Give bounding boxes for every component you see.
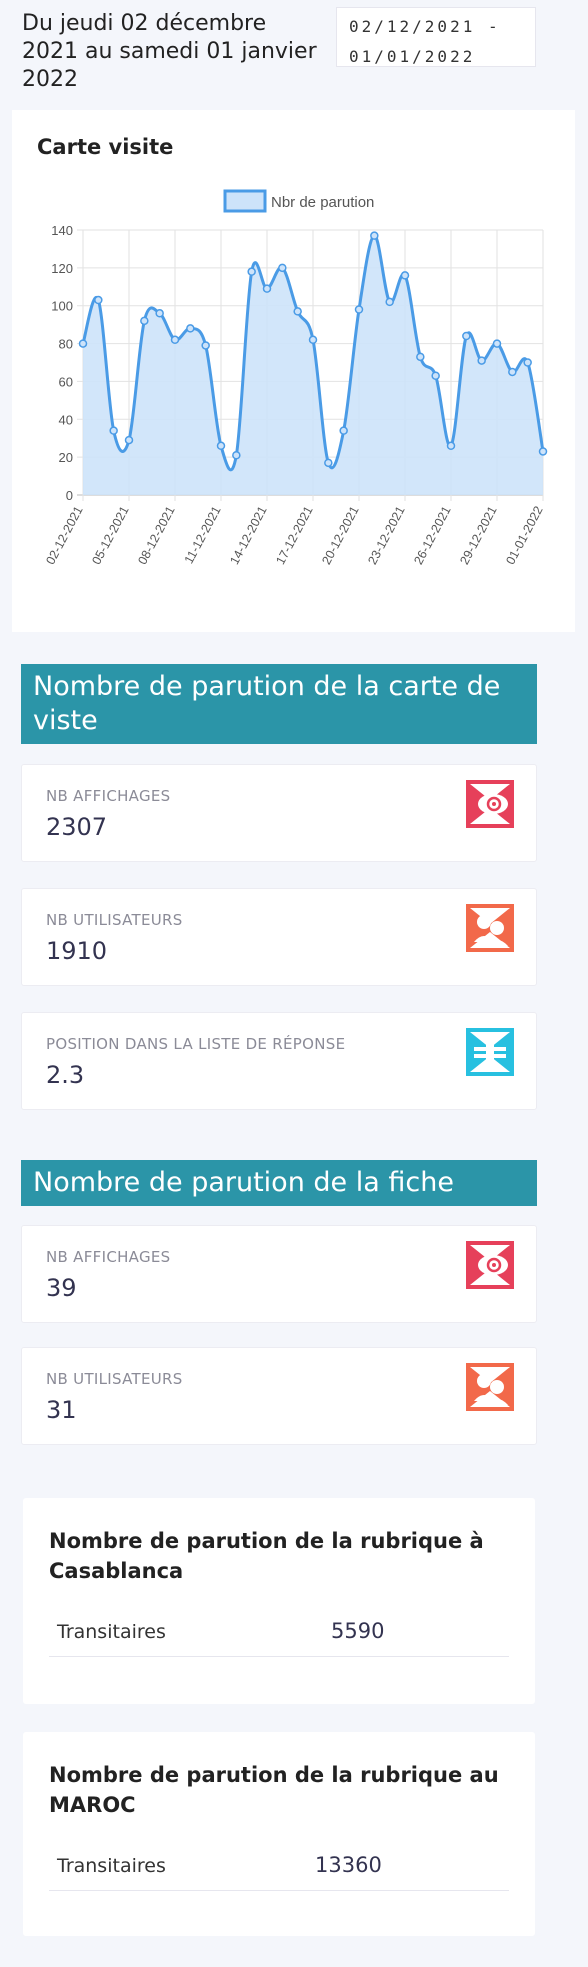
data-point xyxy=(94,295,103,305)
data-point xyxy=(308,335,318,345)
rubrique-title: Nombre de parution de la rubrique au MAR… xyxy=(49,1763,499,1817)
section-carte-banner: Nombre de parution de la carte de viste xyxy=(21,664,537,744)
section-fiche-title: Nombre de parution de la fiche xyxy=(33,1167,454,1198)
users-icon xyxy=(466,904,514,952)
data-point xyxy=(523,358,532,367)
data-point xyxy=(354,305,364,314)
data-point xyxy=(262,284,272,293)
stat-value: 31 xyxy=(46,1396,77,1424)
data-point xyxy=(508,367,517,377)
stat-label: NB UTILISATEURS xyxy=(46,911,183,929)
x-tick-label: 02-12-2021 xyxy=(43,504,85,567)
x-tick-label: 05-12-2021 xyxy=(89,504,131,567)
table-row: Transitaires 13360 xyxy=(49,1843,509,1891)
rubrique-maroc-card: Nombre de parution de la rubrique au MAR… xyxy=(23,1732,535,1936)
section-carte-title: Nombre de parution de la carte de viste xyxy=(33,671,501,736)
legend-label: Nbr de parution xyxy=(271,194,374,211)
stat-value: 1910 xyxy=(46,937,108,965)
stat-label: NB UTILISATEURS xyxy=(46,1370,183,1388)
stat-value: 39 xyxy=(46,1274,77,1302)
data-point xyxy=(492,339,502,348)
data-point xyxy=(278,263,287,273)
x-tick-label: 26-12-2021 xyxy=(411,504,453,567)
x-tick-label: 08-12-2021 xyxy=(135,504,177,567)
data-point xyxy=(216,441,226,451)
data-point xyxy=(339,426,348,435)
y-tick-label: 60 xyxy=(59,374,73,389)
data-point xyxy=(538,447,548,456)
data-point xyxy=(78,339,88,348)
data-point xyxy=(324,458,333,468)
stat-label: NB AFFICHAGES xyxy=(46,787,171,805)
rubrique-title: Nombre de parution de la rubrique à Casa… xyxy=(49,1529,484,1583)
eye-icon xyxy=(466,780,514,828)
data-point xyxy=(170,335,180,345)
users-icon xyxy=(466,1363,514,1411)
data-point xyxy=(201,341,210,350)
data-point xyxy=(109,426,118,435)
data-point xyxy=(186,324,195,333)
eye-icon xyxy=(466,1241,514,1289)
x-tick-label: 14-12-2021 xyxy=(227,504,269,567)
rubrique-casablanca-card: Nombre de parution de la rubrique à Casa… xyxy=(23,1498,535,1704)
legend-swatch xyxy=(223,189,267,213)
stat-value: 2.3 xyxy=(46,1061,85,1089)
line-chart: 0 20 40 60 80 100 120 140 02-12-2021 05-12-2021 08… xyxy=(43,189,548,567)
x-tick-label: 01-01-2022 xyxy=(503,504,545,567)
y-tick-label: 120 xyxy=(51,261,73,276)
data-point xyxy=(140,316,149,326)
data-point xyxy=(385,297,394,307)
y-tick-label: 80 xyxy=(59,337,73,352)
section-fiche-banner: Nombre de parution de la fiche xyxy=(21,1160,537,1206)
data-point xyxy=(462,331,471,341)
stat-value: 2307 xyxy=(46,813,108,841)
x-tick-label: 20-12-2021 xyxy=(319,504,361,567)
date-range-input[interactable]: 02/12/2021 - 01/01/2022 xyxy=(336,7,536,67)
rubrique-value: 13360 xyxy=(315,1853,382,1877)
x-tick-label: 23-12-2021 xyxy=(365,504,407,567)
stat-card-position: POSITION DANS LA LISTE DE RÉPONSE 2.3 xyxy=(21,1012,537,1110)
x-tick-label: 11-12-2021 xyxy=(182,504,224,566)
x-tick-label: 29-12-2021 xyxy=(457,504,499,567)
stat-card-fiche-affichages: NB AFFICHAGES 39 xyxy=(21,1225,537,1323)
data-point xyxy=(477,356,486,365)
data-point xyxy=(155,309,164,318)
data-point xyxy=(431,371,440,380)
y-tick-label: 100 xyxy=(51,299,73,314)
data-point xyxy=(446,441,456,451)
data-point xyxy=(232,451,241,460)
rubrique-name: Transitaires xyxy=(57,1621,166,1643)
y-tick-label: 140 xyxy=(51,223,73,238)
x-tick-label: 17-12-2021 xyxy=(273,504,315,567)
y-tick-label: 0 xyxy=(66,488,73,503)
rubrique-name: Transitaires xyxy=(57,1855,166,1877)
chart-card: Carte visite 0 20 40 60 80 100 120 140 02-12-202… xyxy=(12,110,575,632)
data-point xyxy=(416,352,425,362)
data-point xyxy=(124,435,134,445)
rubrique-value: 5590 xyxy=(331,1619,385,1643)
data-point xyxy=(247,267,256,276)
stat-card-fiche-utilisateurs: NB UTILISATEURS 31 xyxy=(21,1347,537,1445)
stat-label: POSITION DANS LA LISTE DE RÉPONSE xyxy=(46,1035,346,1053)
date-range-text: Du jeudi 02 décembre 2021 au samedi 01 j… xyxy=(22,11,317,92)
data-point xyxy=(370,231,379,240)
stat-label: NB AFFICHAGES xyxy=(46,1248,171,1266)
y-tick-label: 40 xyxy=(59,412,73,427)
stat-card-affichages: NB AFFICHAGES 2307 xyxy=(21,764,537,862)
y-tick-label: 20 xyxy=(59,450,73,465)
stat-card-utilisateurs: NB UTILISATEURS 1910 xyxy=(21,888,537,986)
list-position-icon xyxy=(466,1028,514,1076)
table-row: Transitaires 5590 xyxy=(49,1609,509,1657)
data-point xyxy=(293,307,302,316)
data-point xyxy=(400,271,410,280)
